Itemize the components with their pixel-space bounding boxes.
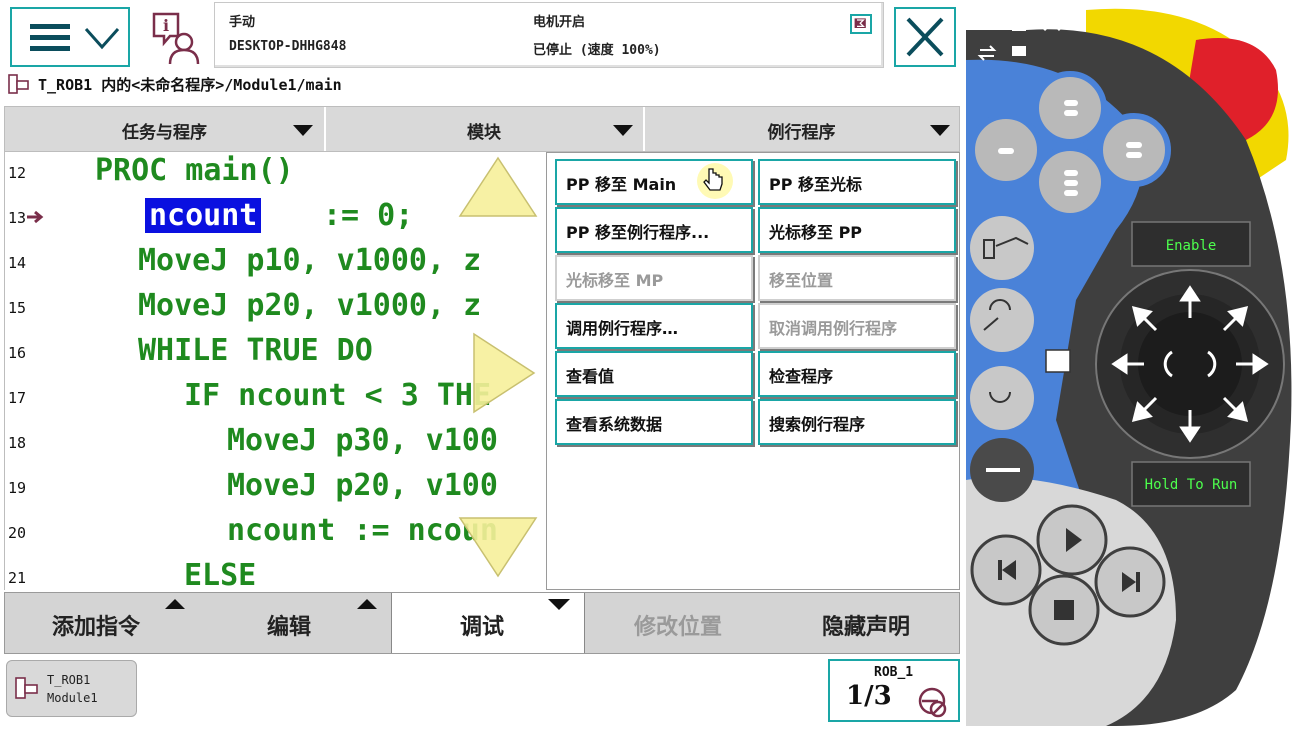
main-menu-button[interactable] xyxy=(10,7,130,67)
line-number: 19 xyxy=(8,479,27,497)
line-number: 18 xyxy=(8,434,27,452)
event-log-icon[interactable]: i xyxy=(148,8,206,66)
tab-tasks-and-programs[interactable]: 任务与程序 xyxy=(5,107,326,151)
operation-mode: 手动 xyxy=(229,15,256,30)
program-editor-icon xyxy=(15,677,38,699)
hide-declarations-button[interactable]: 隐藏声明 xyxy=(773,593,959,653)
pp-to-cursor-button[interactable]: PP 移至光标 xyxy=(758,159,956,205)
tab-label: 模块 xyxy=(467,123,501,143)
cursor-to-mp-button[interactable]: 光标移至 MP xyxy=(555,255,753,301)
line-number: 16 xyxy=(8,344,27,362)
close-button[interactable] xyxy=(894,7,956,67)
hand-cursor-icon xyxy=(697,163,733,199)
code-line[interactable]: PROC main() xyxy=(95,153,294,188)
code-line[interactable]: IF ncount < 3 THE xyxy=(184,378,491,413)
line-number: 14 xyxy=(8,254,27,272)
view-system-data-button[interactable]: 查看系统数据 xyxy=(555,399,753,445)
edit-button[interactable]: 编辑 xyxy=(199,593,391,653)
flexpendant-hardware: Enable Hold To Run xyxy=(966,0,1296,726)
breadcrumb-path: T_ROB1 内的<未命名程序>/Module1/main xyxy=(38,76,342,94)
add-instruction-button[interactable]: 添加指令 xyxy=(5,593,199,653)
taskbar-program-editor[interactable]: T_ROB1 Module1 xyxy=(6,660,137,717)
selected-code-token[interactable]: ncount xyxy=(145,198,262,233)
controller-name: DESKTOP-DHHG848 xyxy=(229,39,347,54)
debug-button[interactable]: 调试 xyxy=(391,593,585,653)
view-value-button[interactable]: 查看值 xyxy=(555,351,753,397)
dropdown-arrow-icon xyxy=(293,125,313,136)
motor-state: 电机开启 xyxy=(533,15,586,30)
cancel-call-routine-button[interactable]: 取消调用例行程序 xyxy=(758,303,956,349)
code-line[interactable]: MoveJ p20, v100 xyxy=(227,468,498,503)
tab-routines[interactable]: 例行程序 xyxy=(644,107,959,151)
enable-label: Enable xyxy=(1166,238,1217,254)
menu-down-arrow-icon xyxy=(548,599,570,610)
taskbar-task-name: T_ROB1 xyxy=(47,673,91,687)
go-to-position-button[interactable]: 移至位置 xyxy=(758,255,956,301)
pendant-body: Enable Hold To Run xyxy=(966,0,1296,726)
line-number: 15 xyxy=(8,299,27,317)
hamburger-icon xyxy=(30,24,70,52)
scroll-right-arrow[interactable] xyxy=(470,330,538,416)
scroll-down-arrow[interactable] xyxy=(456,514,540,580)
menu-up-arrow-icon xyxy=(165,599,185,609)
scroll-up-arrow[interactable] xyxy=(456,154,540,220)
tab-label: 例行程序 xyxy=(767,123,836,143)
check-program-button[interactable]: 检查程序 xyxy=(758,351,956,397)
program-state: 已停止 (速度 100%) xyxy=(533,43,661,58)
hold-to-run-label: Hold To Run xyxy=(1145,477,1238,493)
tab-label: 任务与程序 xyxy=(122,123,207,143)
line-number: 20 xyxy=(8,524,27,542)
breadcrumb: T_ROB1 内的<未命名程序>/Module1/main xyxy=(8,72,908,96)
debug-popup-menu: PP 移至 Main PP 移至光标 PP 移至例行程序... 光标移至 PP … xyxy=(546,152,960,590)
chevron-down-icon xyxy=(84,28,120,50)
command-bar: 添加指令 编辑 调试 修改位置 隐藏声明 xyxy=(4,592,960,654)
quickset-button[interactable]: ROB_1 1/3 xyxy=(828,659,960,722)
code-line[interactable]: MoveJ p10, v1000, z xyxy=(138,243,481,278)
call-routine-button[interactable]: 调用例行程序… xyxy=(555,303,753,349)
mechanical-unit-label: ROB_1 xyxy=(874,665,914,680)
pp-to-routine-button[interactable]: PP 移至例行程序... xyxy=(555,207,753,253)
tab-modules[interactable]: 模块 xyxy=(325,107,645,151)
speed-icon xyxy=(918,687,947,718)
menu-up-arrow-icon xyxy=(357,599,377,609)
program-editor-icon xyxy=(8,74,29,94)
controller-status-icon[interactable] xyxy=(850,14,872,34)
code-line[interactable]: WHILE TRUE DO xyxy=(138,333,373,368)
line-number: 13 xyxy=(8,209,27,227)
close-icon xyxy=(906,17,944,57)
line-number: 21 xyxy=(8,569,27,587)
code-line[interactable]: MoveJ p30, v100 xyxy=(227,423,498,458)
code-line[interactable]: := 0; xyxy=(323,198,413,233)
taskbar-module-name: Module1 xyxy=(47,691,98,705)
line-number: 12 xyxy=(8,164,27,182)
status-bar[interactable]: 手动 DESKTOP-DHHG848 电机开启 已停止 (速度 100%) xyxy=(214,2,884,68)
line-number: 17 xyxy=(8,389,27,407)
svg-text:i: i xyxy=(163,16,169,35)
code-line[interactable]: MoveJ p20, v1000, z xyxy=(138,288,481,323)
program-pointer-icon xyxy=(27,210,44,224)
run-mode-fraction: 1/3 xyxy=(846,681,892,711)
modify-position-button[interactable]: 修改位置 xyxy=(583,593,773,653)
search-routine-button[interactable]: 搜索例行程序 xyxy=(758,399,956,445)
cursor-to-pp-button[interactable]: 光标移至 PP xyxy=(758,207,956,253)
dropdown-arrow-icon xyxy=(613,125,633,136)
dropdown-arrow-icon xyxy=(930,125,950,136)
code-line[interactable]: ELSE xyxy=(184,558,256,590)
editor-tabbar: 任务与程序 模块 例行程序 xyxy=(4,106,960,152)
